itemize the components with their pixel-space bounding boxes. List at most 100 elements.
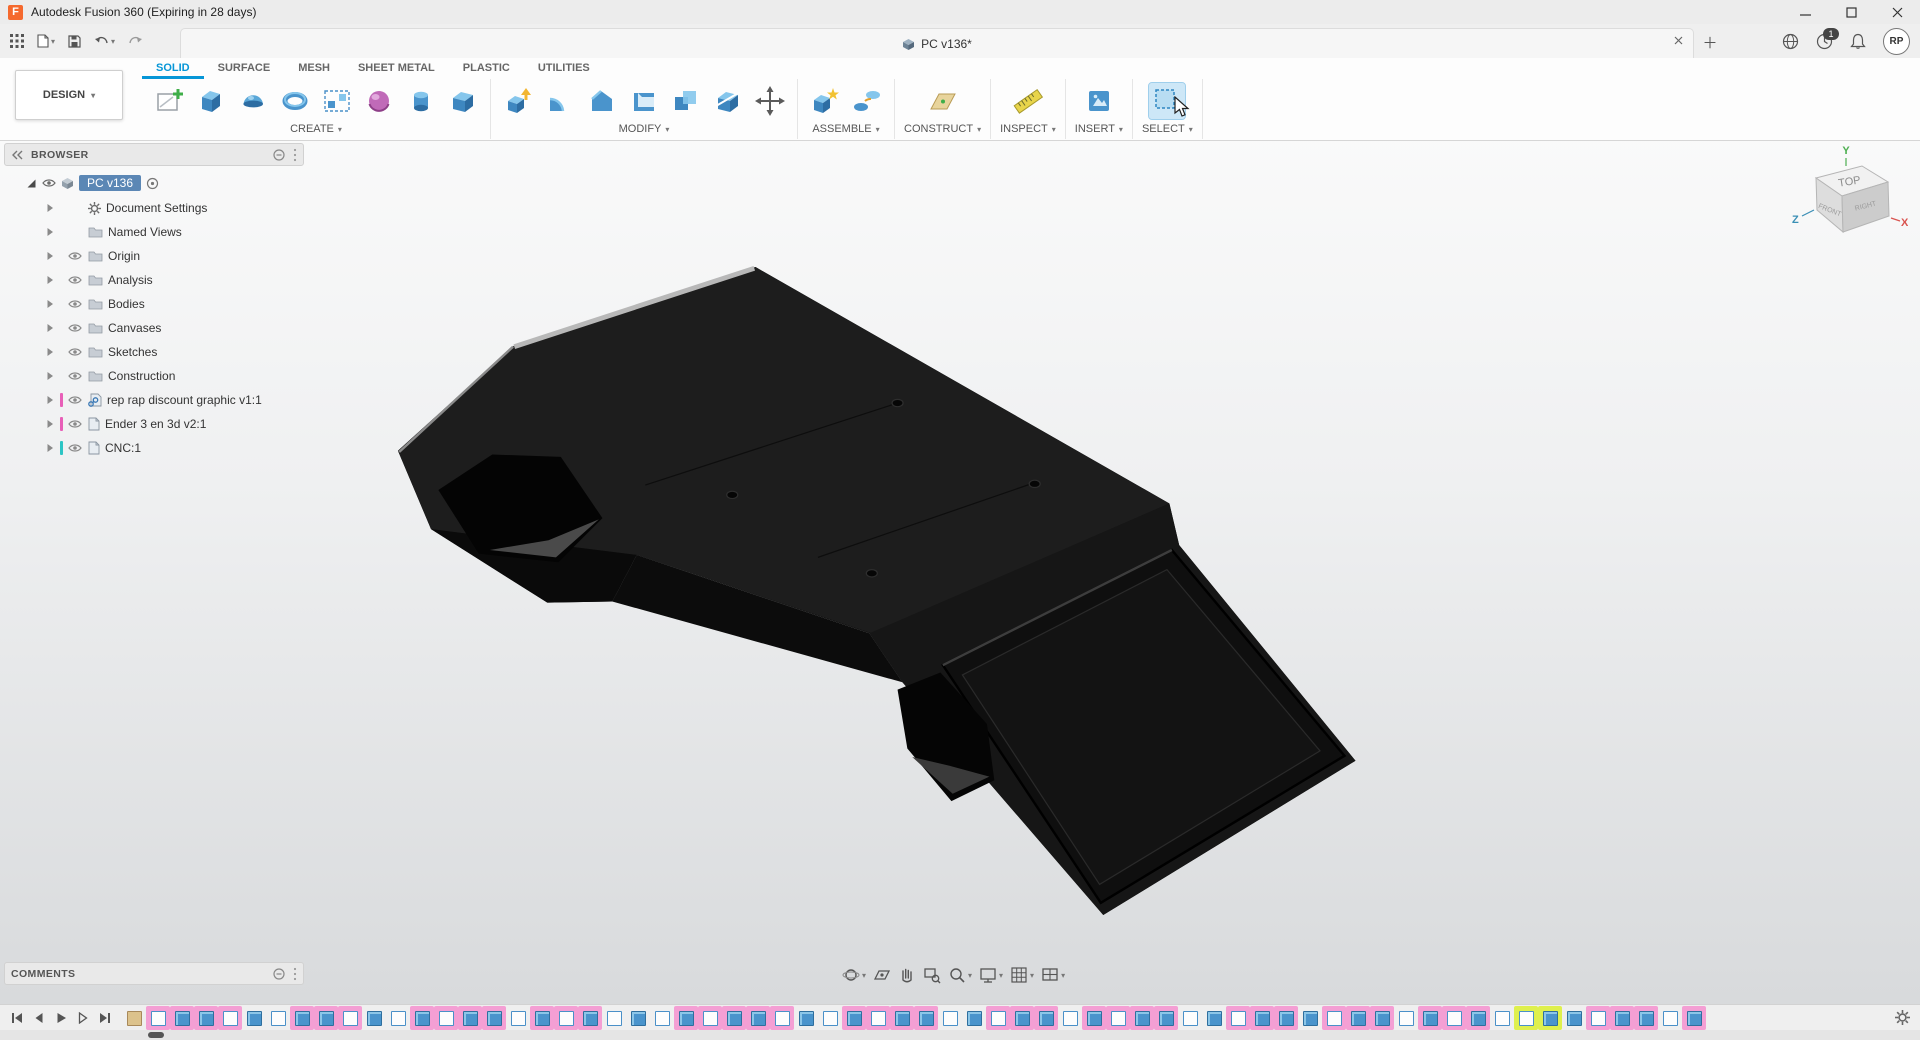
inspect-group-label[interactable]: INSPECT ▾	[1000, 123, 1056, 135]
expand-arrow-icon[interactable]	[46, 251, 60, 261]
timeline-feature-item[interactable]	[1058, 1006, 1082, 1030]
browser-item-label[interactable]: Analysis	[108, 273, 153, 287]
ribbon-tab[interactable]: PLASTIC	[449, 58, 524, 79]
browser-item-label[interactable]: Sketches	[108, 345, 157, 359]
visibility-eye-icon[interactable]	[68, 323, 82, 333]
browser-item-label[interactable]: Document Settings	[106, 201, 207, 215]
press-pull-button[interactable]	[500, 83, 536, 119]
visibility-eye-icon[interactable]	[68, 347, 82, 357]
revolve-button[interactable]	[235, 83, 271, 119]
avatar[interactable]: RP	[1883, 27, 1910, 55]
timeline-feature-item[interactable]	[1346, 1006, 1370, 1030]
timeline-feature-item[interactable]	[1034, 1006, 1058, 1030]
timeline-feature-item[interactable]	[554, 1006, 578, 1030]
root-component-label[interactable]: PC v136	[79, 175, 142, 191]
assemble-group-label[interactable]: ASSEMBLE ▾	[812, 123, 879, 135]
timeline-feature-item[interactable]	[1418, 1006, 1442, 1030]
redo-button[interactable]	[128, 35, 143, 47]
look-at-button[interactable]	[873, 966, 891, 984]
joint-button[interactable]	[849, 83, 885, 119]
browser-tree-row[interactable]: Ender 3 en 3d v2:1	[4, 412, 304, 436]
create-group-label[interactable]: CREATE ▾	[290, 123, 342, 135]
timeline-feature-item[interactable]	[1202, 1006, 1226, 1030]
browser-item-label[interactable]: Canvases	[108, 321, 161, 335]
timeline-feature-item[interactable]	[1274, 1006, 1298, 1030]
pan-button[interactable]	[898, 966, 916, 984]
fillet-button[interactable]	[542, 83, 578, 119]
activate-radio-icon[interactable]	[146, 177, 159, 190]
timeline-feature-item[interactable]	[530, 1006, 554, 1030]
timeline-feature-item[interactable]	[170, 1006, 194, 1030]
timeline-feature-item[interactable]	[842, 1006, 866, 1030]
ribbon-tab[interactable]: SHEET METAL	[344, 58, 449, 79]
timeline-feature-item[interactable]	[242, 1006, 266, 1030]
split-body-button[interactable]	[710, 83, 746, 119]
timeline-feature-item[interactable]	[1394, 1006, 1418, 1030]
visibility-eye-icon[interactable]	[68, 299, 82, 309]
timeline-feature-item[interactable]	[1514, 1006, 1538, 1030]
insert-group-label[interactable]: INSERT ▾	[1075, 123, 1123, 135]
close-button[interactable]	[1874, 0, 1920, 24]
create-form-button[interactable]	[361, 83, 397, 119]
expand-arrow-icon[interactable]	[46, 323, 60, 333]
move-button[interactable]	[752, 83, 788, 119]
view-cube[interactable]: Y TOP FRONT RIGHT Z X	[1778, 142, 1908, 262]
grid-snaps-button[interactable]: ▾	[1010, 966, 1034, 984]
timeline-feature-item[interactable]	[1226, 1006, 1250, 1030]
browser-item-label[interactable]: Origin	[108, 249, 140, 263]
timeline-feature-item[interactable]	[1370, 1006, 1394, 1030]
select-group-label[interactable]: SELECT ▾	[1142, 123, 1193, 135]
save-button[interactable]	[68, 34, 81, 48]
timeline-feature-item[interactable]	[578, 1006, 602, 1030]
timeline-feature-item[interactable]	[218, 1006, 242, 1030]
timeline-feature-item[interactable]	[1154, 1006, 1178, 1030]
job-status-button[interactable]: 1	[1816, 27, 1839, 50]
timeline-play-button[interactable]	[52, 1009, 70, 1027]
expand-arrow-icon[interactable]	[46, 371, 60, 381]
sweep-button[interactable]	[277, 83, 313, 119]
app-grid-button[interactable]	[10, 34, 24, 48]
timeline-scroll-thumb[interactable]	[148, 1032, 164, 1038]
panel-options-icon[interactable]	[273, 967, 285, 980]
browser-header[interactable]: BROWSER	[4, 143, 304, 166]
new-component-button[interactable]	[807, 83, 843, 119]
measure-button[interactable]	[1010, 83, 1046, 119]
timeline-feature-item[interactable]	[194, 1006, 218, 1030]
visibility-eye-icon[interactable]	[68, 419, 82, 429]
timeline-feature-item[interactable]	[1178, 1006, 1202, 1030]
comments-header[interactable]: COMMENTS	[4, 962, 304, 985]
browser-tree-row[interactable]: Named Views	[4, 220, 304, 244]
timeline-feature-item[interactable]	[1466, 1006, 1490, 1030]
timeline-feature-item[interactable]	[1538, 1006, 1562, 1030]
fit-button[interactable]	[923, 966, 941, 984]
expand-arrow-icon[interactable]	[46, 227, 60, 237]
timeline-skip-end-button[interactable]	[96, 1009, 114, 1027]
timeline-feature-item[interactable]	[866, 1006, 890, 1030]
cylinder-button[interactable]	[403, 83, 439, 119]
timeline-feature-item[interactable]	[818, 1006, 842, 1030]
browser-item-label[interactable]: CNC:1	[105, 441, 141, 455]
timeline-feature-item[interactable]	[1322, 1006, 1346, 1030]
browser-tree-row[interactable]: Origin	[4, 244, 304, 268]
visibility-eye-icon[interactable]	[68, 371, 82, 381]
ribbon-tab[interactable]: SOLID	[142, 58, 204, 79]
timeline-feature-item[interactable]	[458, 1006, 482, 1030]
insert-button[interactable]	[1081, 83, 1117, 119]
ribbon-tab[interactable]: UTILITIES	[524, 58, 604, 79]
timeline-settings-button[interactable]	[1895, 1010, 1910, 1025]
browser-item-label[interactable]: rep rap discount graphic v1:1	[107, 393, 262, 407]
construct-group-label[interactable]: CONSTRUCT ▾	[904, 123, 981, 135]
expand-arrow-icon[interactable]	[46, 419, 60, 429]
timeline-feature-item[interactable]	[434, 1006, 458, 1030]
timeline-feature-item[interactable]	[938, 1006, 962, 1030]
browser-tree-row[interactable]: Sketches	[4, 340, 304, 364]
maximize-button[interactable]	[1828, 0, 1874, 24]
visibility-eye-icon[interactable]	[68, 395, 82, 405]
browser-tree-row[interactable]: rep rap discount graphic v1:1	[4, 388, 304, 412]
timeline-feature-item[interactable]	[1298, 1006, 1322, 1030]
panel-resize-grip[interactable]	[293, 967, 297, 981]
collapse-panel-icon[interactable]	[11, 150, 23, 160]
timeline-feature-item[interactable]	[650, 1006, 674, 1030]
timeline-skip-start-button[interactable]	[8, 1009, 26, 1027]
timeline-feature-item[interactable]	[482, 1006, 506, 1030]
